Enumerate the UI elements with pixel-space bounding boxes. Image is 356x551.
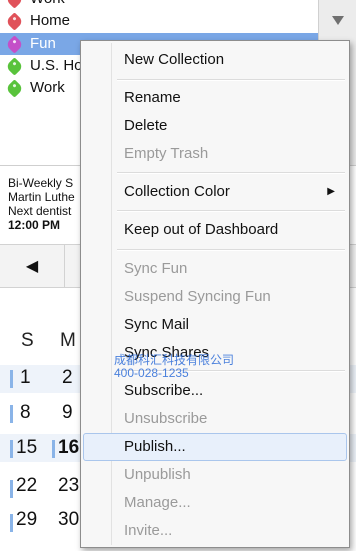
- day-of-week-header: S: [21, 330, 34, 351]
- menu-item-publish[interactable]: Publish...: [83, 433, 347, 461]
- tag-icon: [5, 12, 24, 31]
- menu-item-delete[interactable]: Delete: [83, 112, 347, 140]
- day-cell[interactable]: 8: [20, 401, 31, 425]
- event-indicator: [10, 440, 13, 458]
- event-indicator: [10, 514, 13, 532]
- tag-icon: [5, 35, 24, 54]
- event-indicator: [10, 480, 13, 498]
- collection-label: Work: [30, 79, 65, 96]
- event-title[interactable]: Bi-Weekly S: [8, 176, 73, 190]
- menu-item-collection-color[interactable]: Collection Color ▶: [83, 178, 347, 206]
- event-title[interactable]: Martin Luthe: [8, 190, 75, 204]
- menu-item-subscribe[interactable]: Subscribe...: [83, 377, 347, 405]
- day-cell[interactable]: 22: [16, 474, 37, 498]
- menu-separator: [117, 79, 345, 81]
- event-title[interactable]: Next dentist: [8, 204, 71, 218]
- collection-label: Fun: [30, 35, 56, 52]
- tag-icon: [5, 0, 24, 9]
- collection-item-work-top[interactable]: Work: [0, 0, 318, 10]
- day-cell[interactable]: 30: [58, 508, 79, 532]
- collection-label: U.S. Ho: [30, 57, 83, 74]
- day-cell[interactable]: 1: [20, 366, 31, 390]
- event-indicator: [52, 440, 55, 458]
- collection-label: Work: [30, 0, 65, 10]
- menu-item-label: Collection Color: [124, 183, 230, 200]
- submenu-arrow-icon: ▶: [327, 186, 335, 197]
- tag-icon: [5, 79, 24, 98]
- previous-month-button[interactable]: ◀: [0, 245, 65, 287]
- today-cell[interactable]: 16: [58, 436, 79, 460]
- event-indicator: [10, 405, 13, 423]
- menu-item-new-collection[interactable]: New Collection: [83, 46, 347, 74]
- menu-item-keep-out-of-dashboard[interactable]: Keep out of Dashboard: [83, 216, 347, 244]
- day-cell[interactable]: 9: [62, 401, 73, 425]
- menu-item-sync-mail[interactable]: Sync Mail: [83, 311, 347, 339]
- collection-label: Home: [30, 12, 71, 29]
- day-cell[interactable]: 29: [16, 508, 37, 532]
- menu-separator: [117, 249, 345, 251]
- menu-item-unpublish[interactable]: Unpublish: [83, 461, 347, 489]
- day-of-week-header: M: [60, 330, 76, 351]
- menu-item-manage[interactable]: Manage...: [83, 489, 347, 517]
- scroll-down-button[interactable]: [319, 8, 356, 32]
- menu-item-sync-fun[interactable]: Sync Fun: [83, 255, 347, 283]
- chevron-down-icon: [332, 15, 344, 25]
- menu-item-invite[interactable]: Invite...: [83, 517, 347, 545]
- menu-item-empty-trash[interactable]: Empty Trash: [83, 140, 347, 168]
- menu-separator: [117, 370, 345, 372]
- menu-item-suspend-syncing[interactable]: Suspend Syncing Fun: [83, 283, 347, 311]
- day-cell[interactable]: 2: [62, 366, 73, 390]
- menu-item-rename[interactable]: Rename: [83, 84, 347, 112]
- menu-item-unsubscribe[interactable]: Unsubscribe: [83, 405, 347, 433]
- event-indicator: [10, 370, 13, 388]
- collection-item-home[interactable]: Home: [0, 10, 318, 32]
- menu-separator: [117, 172, 345, 174]
- menu-separator: [117, 210, 345, 212]
- day-cell[interactable]: 23: [58, 474, 79, 498]
- event-time: 12:00 PM: [8, 218, 61, 232]
- collection-context-menu: New Collection Rename Delete Empty Trash…: [80, 40, 350, 548]
- tag-icon: [5, 57, 24, 76]
- day-cell[interactable]: 15: [16, 436, 37, 460]
- menu-item-sync-shares[interactable]: Sync Shares: [83, 339, 347, 367]
- triangle-left-icon: ◀: [25, 258, 39, 275]
